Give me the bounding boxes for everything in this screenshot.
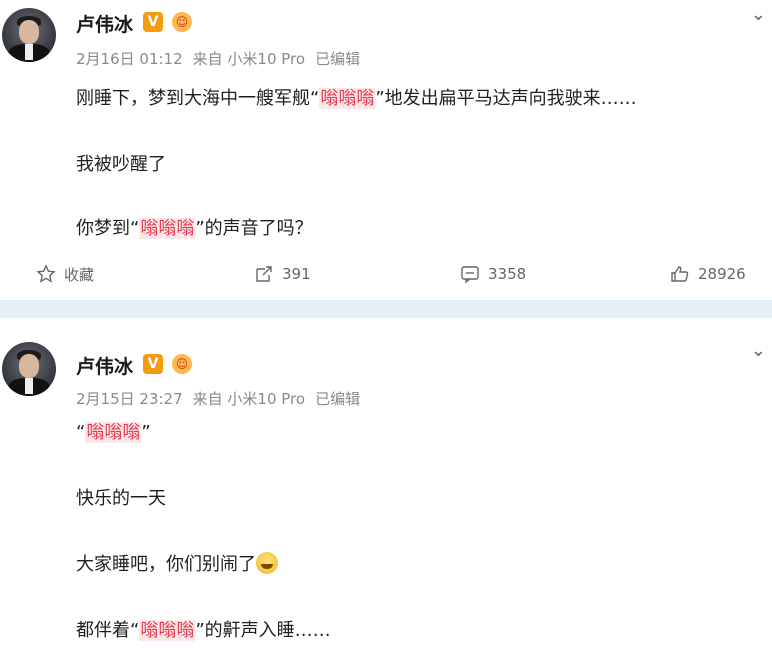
highlighted-text: 嗡嗡嗡 [85, 422, 142, 443]
comment-count: 3358 [488, 265, 527, 283]
edited-label[interactable]: 已编辑 [315, 50, 360, 68]
fan-badge-icon: ☺ [172, 12, 192, 32]
post-text-line: 都伴着“嗡嗡嗡”的鼾声入睡…… [76, 620, 331, 641]
highlighted-text: 嗡嗡嗡 [319, 88, 376, 109]
author-avatar[interactable] [2, 8, 56, 62]
author-name[interactable]: 卢伟冰 [76, 352, 133, 379]
post-date: 2月15日 23:27 [76, 390, 183, 408]
post-date: 2月16日 01:12 [76, 50, 183, 68]
post-text-line: “嗡嗡嗡” [76, 422, 151, 443]
post-source: 来自 小米10 Pro [192, 390, 306, 408]
like-button[interactable]: 28926 [670, 262, 746, 286]
post-text-line: 你梦到“嗡嗡嗡”的声音了吗？ [76, 218, 313, 239]
post-text-line: 大家睡吧，你们别闹了 [76, 550, 278, 576]
weibo-post-2: 卢伟冰 V ☺ ⌄ 2月15日 23:27 来自 小米10 Pro 已编辑 “嗡嗡嗡… [0, 318, 772, 654]
author-avatar[interactable] [2, 342, 56, 396]
fan-badge-icon: ☺ [172, 354, 192, 374]
comment-icon [461, 266, 479, 284]
star-icon [36, 264, 56, 283]
post-text-line: 快乐的一天 [76, 488, 166, 509]
comment-button[interactable]: 3358 [460, 262, 526, 286]
edited-label[interactable]: 已编辑 [315, 390, 360, 408]
weibo-post-1: 卢伟冰 V ☺ ⌄ 2月16日 01:12 来自 小米10 Pro 已编辑 刚睡下，… [0, 0, 772, 300]
chevron-down-icon[interactable]: ⌄ [751, 4, 766, 25]
post-source: 来自 小米10 Pro [192, 50, 306, 68]
verified-v-icon: V [143, 354, 163, 374]
author-name[interactable]: 卢伟冰 [76, 10, 133, 37]
post-meta: 2月16日 01:12 来自 小米10 Pro 已编辑 [76, 48, 370, 69]
thumbs-up-icon [671, 266, 689, 282]
laughing-emoji-icon [256, 552, 278, 574]
highlighted-text: 嗡嗡嗡 [139, 620, 196, 641]
favorite-button[interactable]: 收藏 [36, 262, 94, 286]
post-divider [0, 300, 772, 318]
highlighted-text: 嗡嗡嗡 [139, 218, 196, 239]
favorite-label: 收藏 [64, 265, 95, 284]
repost-count: 391 [282, 265, 311, 283]
post-text-line: 刚睡下，梦到大海中一艘军舰“嗡嗡嗡”地发出扁平马达声向我驶来…… [76, 88, 637, 109]
like-count: 28926 [698, 265, 746, 283]
verified-v-icon: V [143, 12, 163, 32]
repost-button[interactable]: 391 [254, 262, 311, 286]
repost-icon [256, 266, 272, 282]
post-meta: 2月15日 23:27 来自 小米10 Pro 已编辑 [76, 388, 370, 409]
chevron-down-icon[interactable]: ⌄ [751, 340, 766, 361]
post-text-line: 我被吵醒了 [76, 154, 166, 175]
